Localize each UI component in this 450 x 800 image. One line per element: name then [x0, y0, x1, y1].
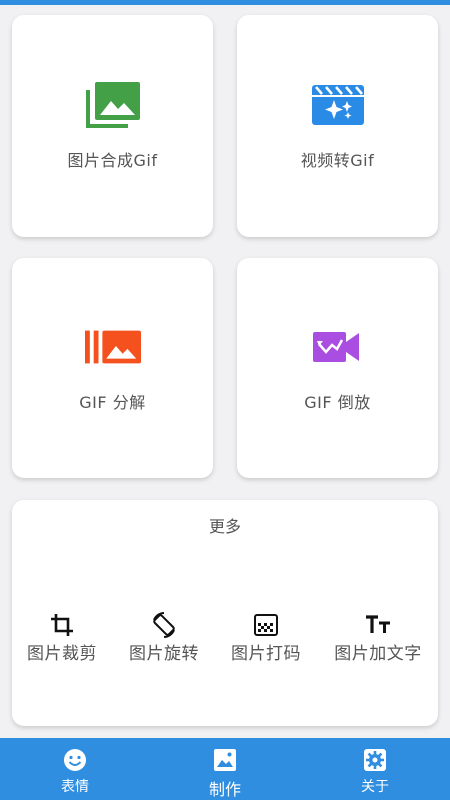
more-tools-panel: 更多 图片裁剪 图片旋转 图片打码 图片加文字 — [12, 500, 438, 726]
image-to-gif-card[interactable]: 图片合成Gif — [12, 15, 213, 237]
video-reverse-icon — [310, 323, 366, 371]
tool-label: 图片打码 — [231, 644, 301, 664]
tool-label: 图片裁剪 — [27, 644, 97, 664]
gif-reverse-card[interactable]: GIF 倒放 — [237, 258, 438, 478]
card-label: 图片合成Gif — [67, 151, 158, 170]
photo-library-icon — [85, 81, 141, 129]
tab-create[interactable]: 制作 — [150, 738, 300, 800]
tool-label: 图片加文字 — [334, 644, 422, 664]
crop-icon — [47, 612, 77, 638]
image-icon — [212, 747, 238, 773]
more-title: 更多 — [208, 517, 241, 536]
mosaic-tool-button[interactable]: 图片打码 — [228, 612, 304, 664]
tool-label: 图片旋转 — [129, 644, 199, 664]
top-accent-bar — [0, 0, 450, 5]
rotate-icon — [149, 612, 179, 638]
add-text-tool-button[interactable]: 图片加文字 — [330, 612, 426, 664]
tab-label: 关于 — [361, 779, 389, 795]
card-label: GIF 倒放 — [304, 393, 371, 412]
tab-label: 表情 — [61, 779, 89, 795]
tab-label: 制作 — [208, 780, 241, 799]
card-label: 视频转Gif — [300, 151, 375, 170]
mosaic-icon — [251, 612, 281, 638]
crop-tool-button[interactable]: 图片裁剪 — [24, 612, 100, 664]
bottom-tab-bar: 表情 制作 关于 — [0, 738, 450, 800]
gif-split-card[interactable]: GIF 分解 — [12, 258, 213, 478]
rotate-tool-button[interactable]: 图片旋转 — [126, 612, 202, 664]
tab-about[interactable]: 关于 — [300, 738, 450, 800]
tab-emoji[interactable]: 表情 — [0, 738, 150, 800]
gear-icon — [362, 747, 388, 773]
burst-image-icon — [84, 323, 141, 371]
video-to-gif-card[interactable]: 视频转Gif — [237, 15, 438, 237]
card-label: GIF 分解 — [79, 393, 146, 412]
text-fields-icon — [363, 612, 393, 638]
smiley-icon — [62, 747, 88, 773]
movie-sparkle-icon — [310, 81, 366, 129]
